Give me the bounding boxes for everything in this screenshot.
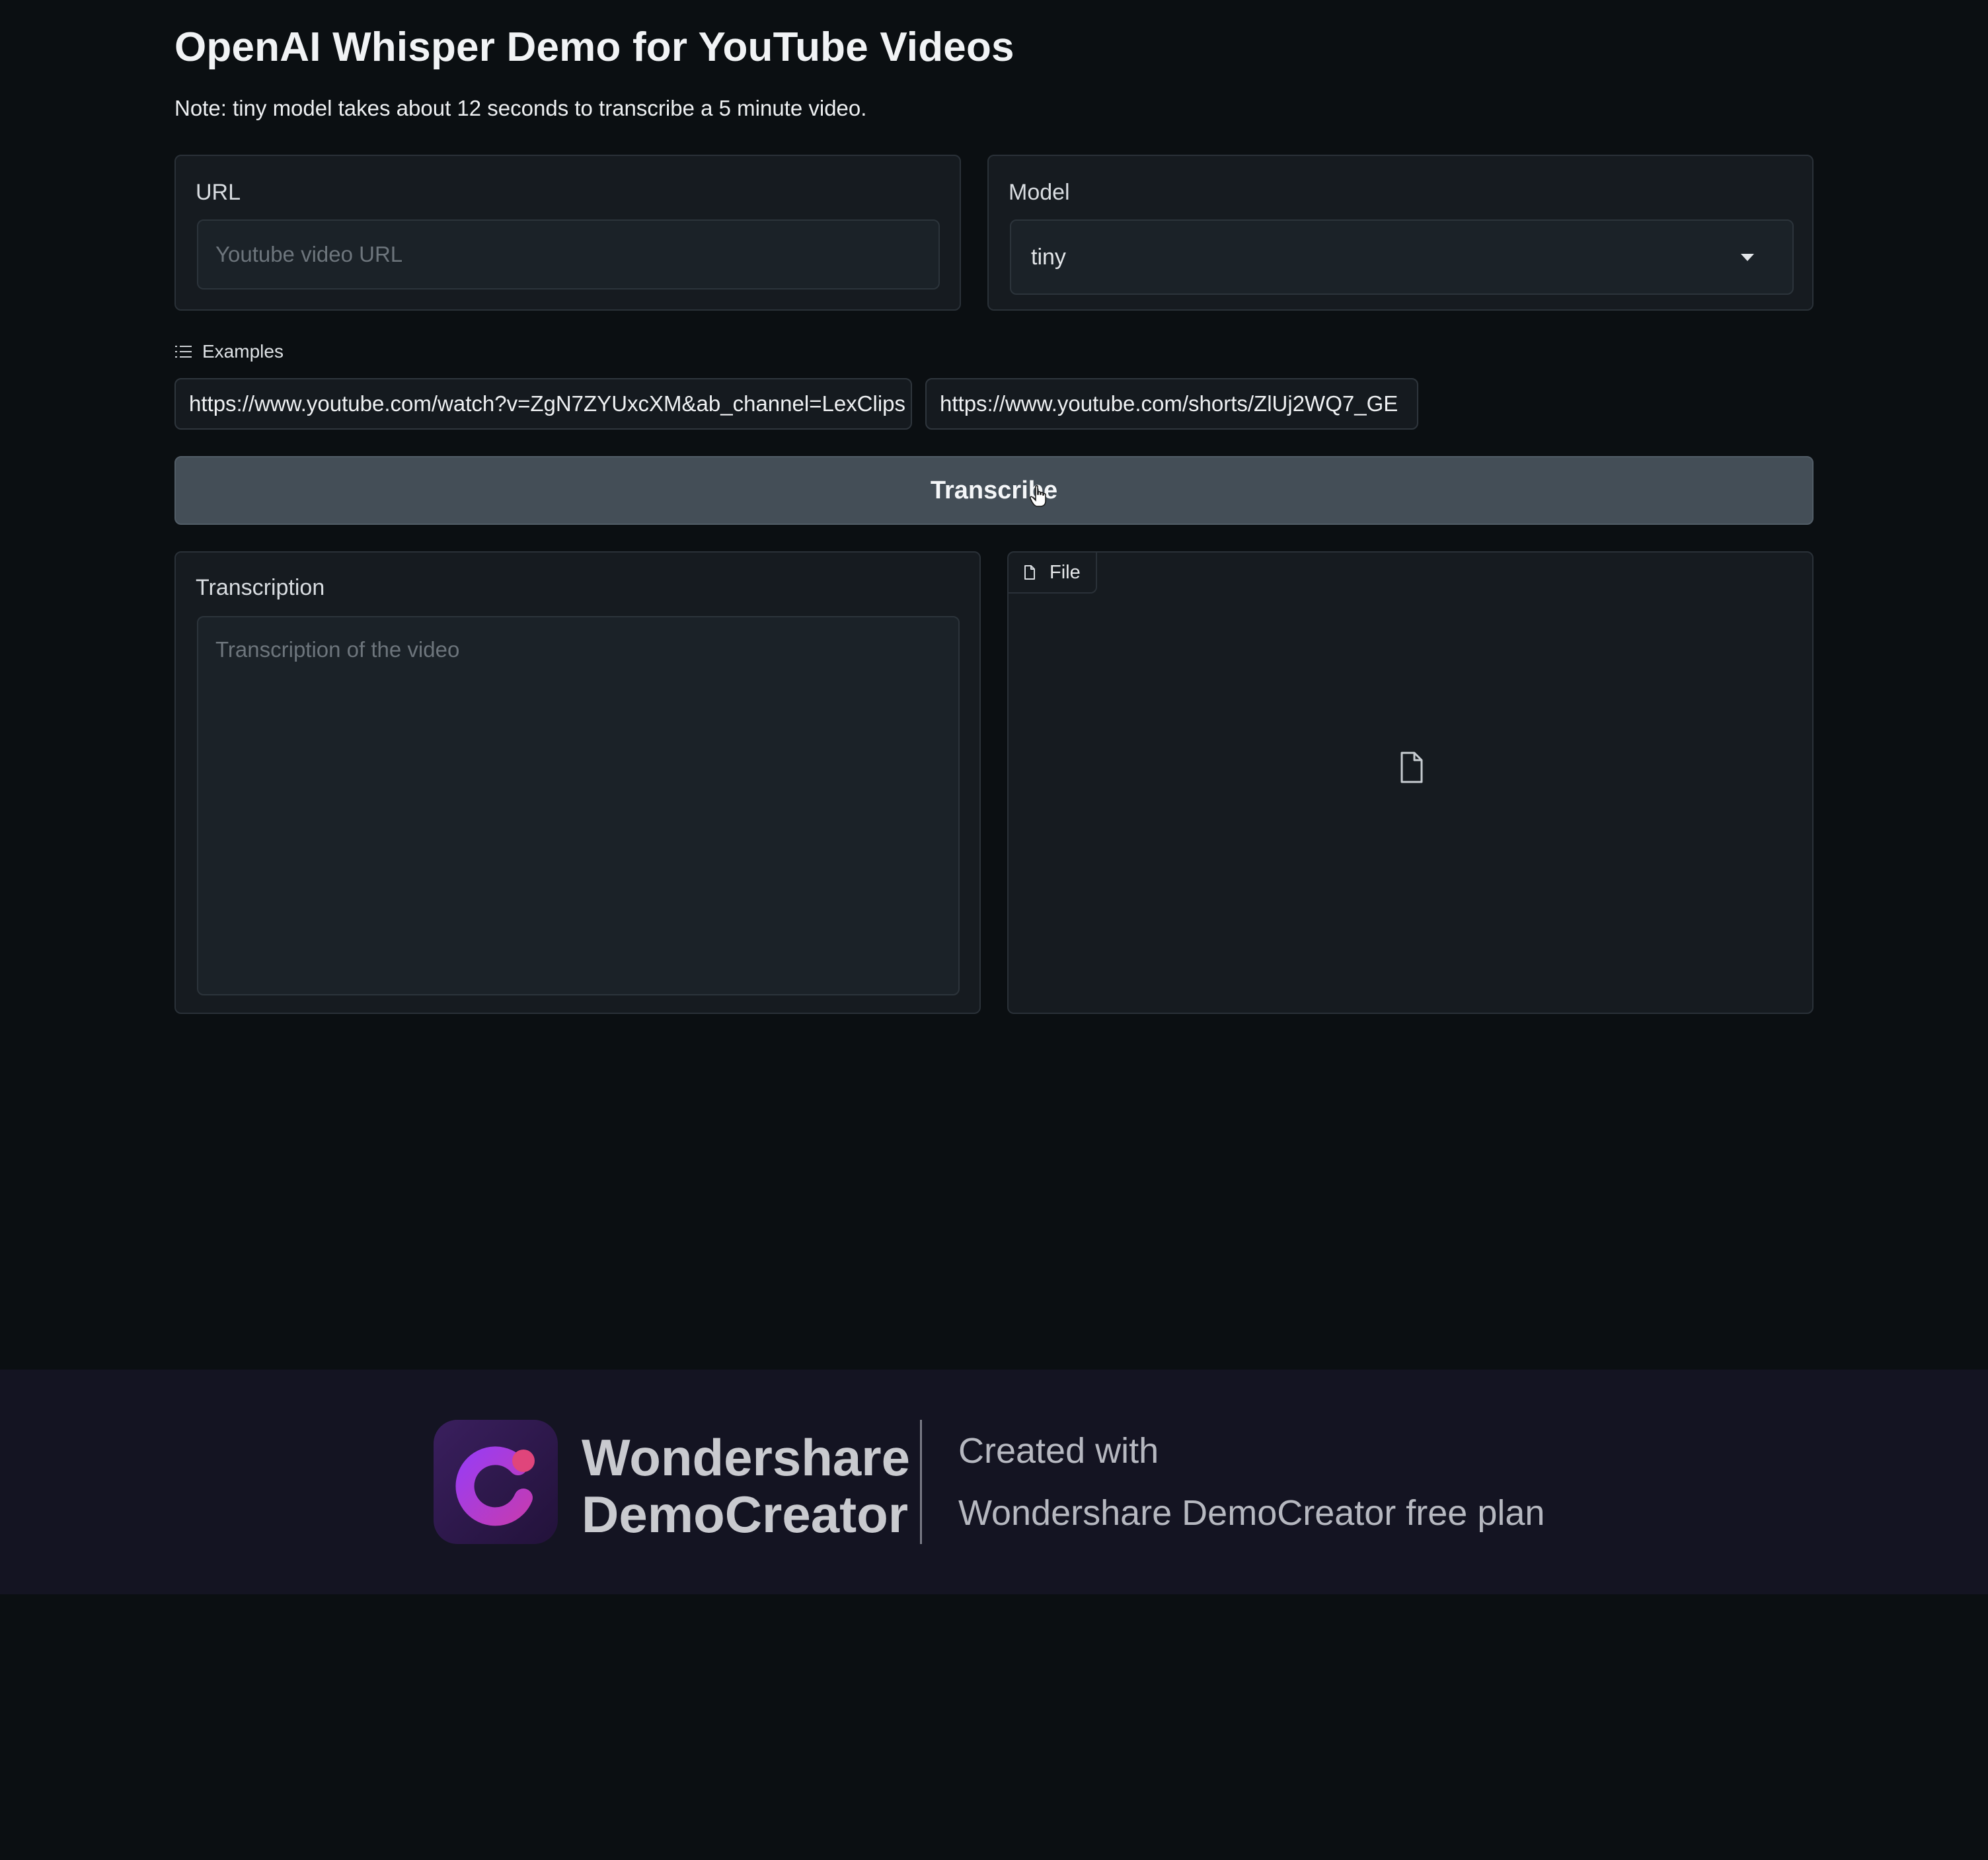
transcription-textarea[interactable]: Transcription of the video — [197, 616, 960, 995]
model-label: Model — [1009, 180, 1070, 205]
url-label: URL — [196, 180, 241, 205]
example-chip[interactable]: https://www.youtube.com/watch?v=ZgN7ZYUx… — [174, 378, 912, 430]
url-input[interactable]: Youtube video URL — [197, 219, 940, 290]
hand-pointer-icon — [1030, 485, 1046, 507]
model-selected-value: tiny — [1031, 245, 1066, 270]
examples-header: Examples — [174, 341, 284, 362]
transcription-placeholder: Transcription of the video — [215, 637, 460, 662]
created-with-text: Created with — [958, 1431, 1159, 1471]
model-select[interactable]: tiny — [1010, 219, 1794, 295]
democreator-logo — [434, 1420, 558, 1544]
transcription-panel: Transcription Transcription of the video — [174, 551, 981, 1014]
url-placeholder: Youtube video URL — [215, 242, 403, 266]
model-panel: Model tiny — [987, 155, 1814, 311]
file-tab-label: File — [1050, 561, 1081, 583]
file-icon — [1400, 752, 1423, 783]
brand-name: Wondershare DemoCreator — [582, 1429, 910, 1543]
plan-text: Wondershare DemoCreator free plan — [958, 1493, 1545, 1533]
file-output-panel: File — [1007, 551, 1814, 1014]
transcription-label: Transcription — [196, 575, 325, 600]
banner-divider — [920, 1420, 922, 1544]
chevron-down-icon — [1741, 254, 1754, 261]
url-panel: URL Youtube video URL — [174, 155, 961, 311]
page-note: Note: tiny model takes about 12 seconds … — [174, 96, 867, 120]
file-tab: File — [1009, 553, 1097, 594]
transcribe-button[interactable]: Transcribe — [174, 456, 1814, 525]
watermark-banner: Wondershare DemoCreator Created with Won… — [0, 1370, 1988, 1594]
brand-line-1: Wondershare — [582, 1428, 911, 1487]
page-title: OpenAI Whisper Demo for YouTube Videos — [174, 24, 1014, 70]
brand-line-2: DemoCreator — [582, 1485, 909, 1543]
file-icon — [1024, 565, 1035, 580]
list-icon — [175, 346, 192, 358]
examples-label: Examples — [202, 341, 284, 362]
example-chip[interactable]: https://www.youtube.com/shorts/ZlUj2WQ7_… — [925, 378, 1418, 430]
